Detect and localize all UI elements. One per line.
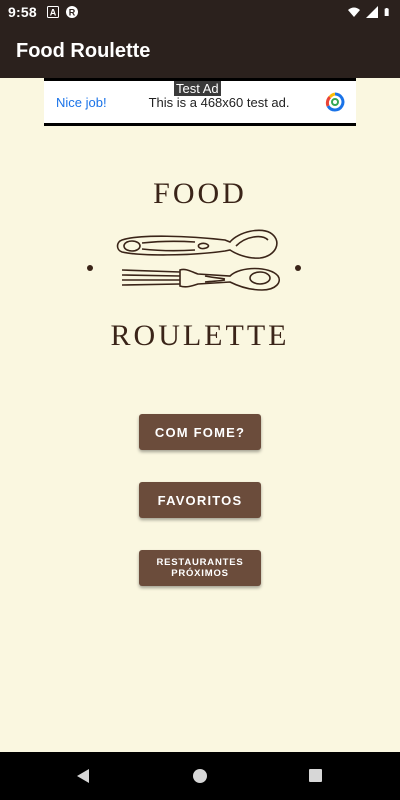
status-time: 9:58 (8, 4, 37, 20)
com-fome-button[interactable]: COM FOME? (139, 414, 261, 450)
app-bar: Food Roulette (0, 24, 400, 78)
navigation-bar (0, 752, 400, 800)
test-ad-label: Test Ad (174, 81, 221, 96)
ad-choices-icon[interactable] (324, 91, 346, 113)
status-bar: 9:58 A R (0, 0, 400, 24)
wifi-icon (348, 7, 360, 17)
logo-title-food: FOOD (153, 177, 247, 210)
status-system-icons (348, 6, 392, 18)
back-icon[interactable] (76, 769, 90, 783)
app-r-icon: R (65, 6, 78, 18)
a-icon: A (46, 6, 59, 18)
recents-icon[interactable] (309, 769, 322, 782)
app-title: Food Roulette (16, 39, 151, 62)
ad-cta-text[interactable]: Nice job! (56, 95, 107, 110)
cutlery-icon (87, 229, 301, 291)
favoritos-button[interactable]: FAVORITOS (139, 482, 261, 518)
food-roulette-logo: FOOD ROULETTE (80, 170, 320, 360)
svg-text:R: R (69, 8, 76, 18)
ad-text: This is a 468x60 test ad. (148, 94, 290, 110)
svg-text:A: A (50, 8, 57, 18)
signal-icon (366, 6, 378, 18)
home-icon[interactable] (193, 769, 207, 783)
status-notification-icons: A R (46, 6, 78, 18)
restaurantes-proximos-button[interactable]: RESTAURANTES PRÓXIMOS (139, 550, 261, 586)
logo-title-roulette: ROULETTE (110, 319, 290, 352)
battery-icon (384, 8, 389, 16)
